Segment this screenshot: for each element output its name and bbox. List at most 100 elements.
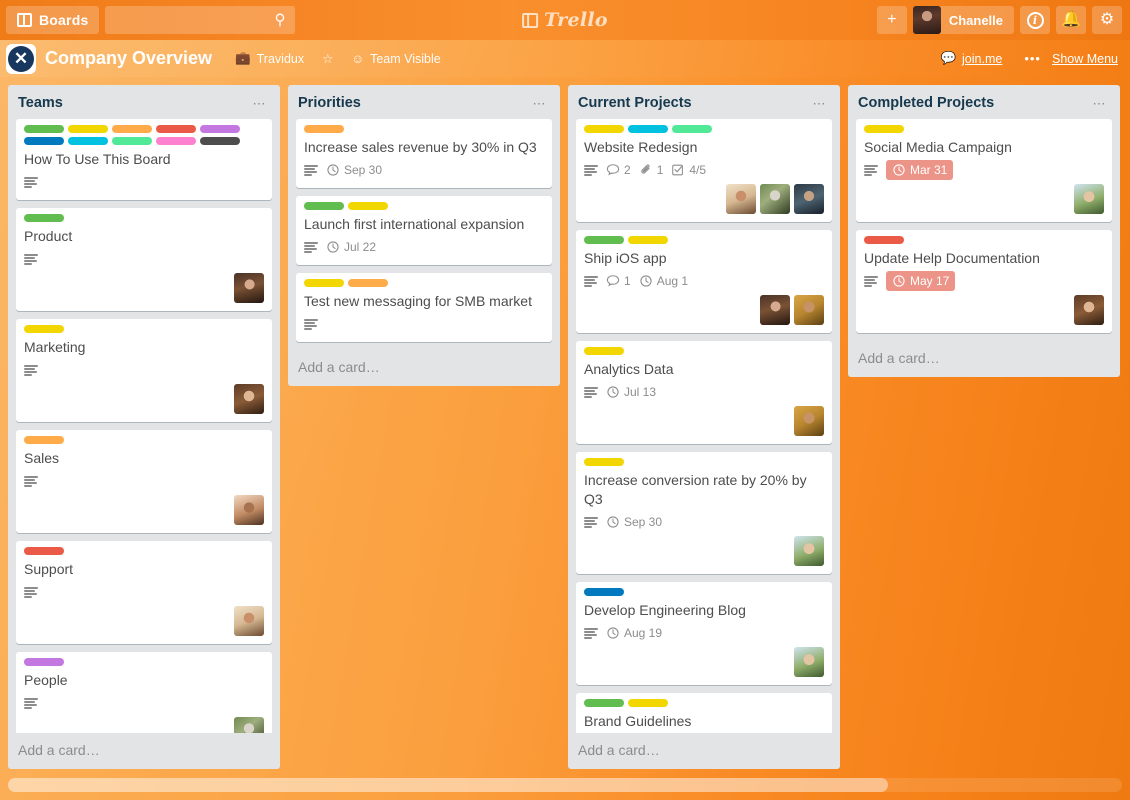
search-input[interactable] [105,6,295,34]
card[interactable]: Product [16,208,272,311]
card-label-orange[interactable] [24,436,64,444]
member-avatar[interactable] [794,647,824,677]
member-avatar[interactable] [794,295,824,325]
horizontal-scrollbar[interactable] [8,778,1122,792]
card[interactable]: Support [16,541,272,644]
add-card-button[interactable]: Add a card… [848,341,1120,377]
member-avatar[interactable] [234,717,264,733]
card-label-yellow[interactable] [348,202,388,210]
join-me-powerup[interactable]: 💬 join.me [933,47,1009,70]
notifications-button[interactable]: 🔔 [1056,6,1086,34]
card[interactable]: People [16,652,272,733]
add-button[interactable]: + [877,6,907,34]
card[interactable]: Develop Engineering BlogAug 19 [576,582,832,685]
card-label-purple[interactable] [200,125,240,133]
member-avatar[interactable] [794,406,824,436]
card-label-yellow[interactable] [68,125,108,133]
search-box[interactable]: ⚲ [105,6,295,34]
card-label-red[interactable] [24,547,64,555]
card[interactable]: Marketing [16,319,272,422]
card-label-yellow[interactable] [24,325,64,333]
board-icon [17,13,32,27]
member-avatar[interactable] [234,495,264,525]
list-menu-button[interactable]: ⋯ [808,97,833,110]
card-label-green[interactable] [584,236,624,244]
list-menu-button[interactable]: ⋯ [1088,97,1113,110]
card-label-lime[interactable] [672,125,712,133]
boards-button[interactable]: Boards [6,6,99,34]
list-menu-button[interactable]: ⋯ [248,97,273,110]
card-label-red[interactable] [156,125,196,133]
user-menu-button[interactable]: Chanelle [913,6,1014,34]
settings-button[interactable]: ⚙ [1092,6,1122,34]
card-badge-due: Sep 30 [326,160,386,180]
card[interactable]: Launch first international expansionJul … [296,196,552,265]
card-label-yellow[interactable] [584,347,624,355]
card-label-yellow[interactable] [864,125,904,133]
add-card-button[interactable]: Add a card… [568,733,840,769]
card-label-yellow[interactable] [628,236,668,244]
card-label-yellow[interactable] [584,125,624,133]
board-list: Teams⋯ How To Use This BoardProductMarket… [8,85,280,769]
comment-icon [606,274,620,288]
board-title[interactable]: Company Overview [45,48,212,69]
card[interactable]: Brand GuidelinesJul 18 [576,693,832,733]
card[interactable]: Increase sales revenue by 30% in Q3Sep 3… [296,119,552,188]
list-title[interactable]: Completed Projects [858,95,1088,111]
card-label-blue[interactable] [24,137,64,145]
card-label-blue[interactable] [584,588,624,596]
card-badge-text: May 17 [910,273,949,289]
member-avatar[interactable] [726,184,756,214]
board-team-button[interactable]: 💼 Travidux [228,47,311,70]
card-label-sky[interactable] [68,137,108,145]
board-star-button[interactable]: ☆ [315,47,340,70]
add-card-button[interactable]: Add a card… [288,350,560,386]
card[interactable]: Ship iOS app1Aug 1 [576,230,832,333]
member-avatar[interactable] [234,273,264,303]
list-title[interactable]: Priorities [298,95,528,111]
card[interactable]: Test new messaging for SMB market [296,273,552,342]
card[interactable]: Sales [16,430,272,533]
description-icon [304,242,318,253]
card[interactable]: Increase conversion rate by 20% by Q3Sep… [576,452,832,574]
card-label-green[interactable] [24,214,64,222]
show-menu-button[interactable]: Show Menu [1052,52,1118,66]
board-visibility-button[interactable]: ☺ Team Visible [344,48,447,70]
card-label-green[interactable] [24,125,64,133]
list-title[interactable]: Teams [18,95,248,111]
info-button[interactable]: i [1020,6,1050,34]
member-avatar[interactable] [1074,184,1104,214]
card[interactable]: How To Use This Board [16,119,272,200]
member-avatar[interactable] [760,295,790,325]
card[interactable]: Analytics DataJul 13 [576,341,832,444]
list-title[interactable]: Current Projects [578,95,808,111]
card-label-orange[interactable] [304,125,344,133]
card-label-green[interactable] [304,202,344,210]
add-card-button[interactable]: Add a card… [8,733,280,769]
scrollbar-thumb[interactable] [8,778,888,792]
member-avatar[interactable] [234,384,264,414]
board-more-button[interactable]: ••• [1024,51,1041,66]
member-avatar[interactable] [794,536,824,566]
card[interactable]: Social Media CampaignMar 31 [856,119,1112,222]
card-label-purple[interactable] [24,658,64,666]
card-label-orange[interactable] [112,125,152,133]
card[interactable]: Update Help DocumentationMay 17 [856,230,1112,333]
member-avatar[interactable] [234,606,264,636]
card-label-yellow[interactable] [584,458,624,466]
card-label-pink[interactable] [156,137,196,145]
card-label-orange[interactable] [348,279,388,287]
card-label-yellow[interactable] [304,279,344,287]
member-avatar[interactable] [1074,295,1104,325]
join-me-label[interactable]: join.me [962,52,1002,66]
card[interactable]: Website Redesign214/5 [576,119,832,222]
card-label-lime[interactable] [112,137,152,145]
card-label-sky[interactable] [628,125,668,133]
member-avatar[interactable] [760,184,790,214]
card-label-black[interactable] [200,137,240,145]
card-label-yellow[interactable] [628,699,668,707]
member-avatar[interactable] [794,184,824,214]
card-label-red[interactable] [864,236,904,244]
card-label-green[interactable] [584,699,624,707]
list-menu-button[interactable]: ⋯ [528,97,553,110]
